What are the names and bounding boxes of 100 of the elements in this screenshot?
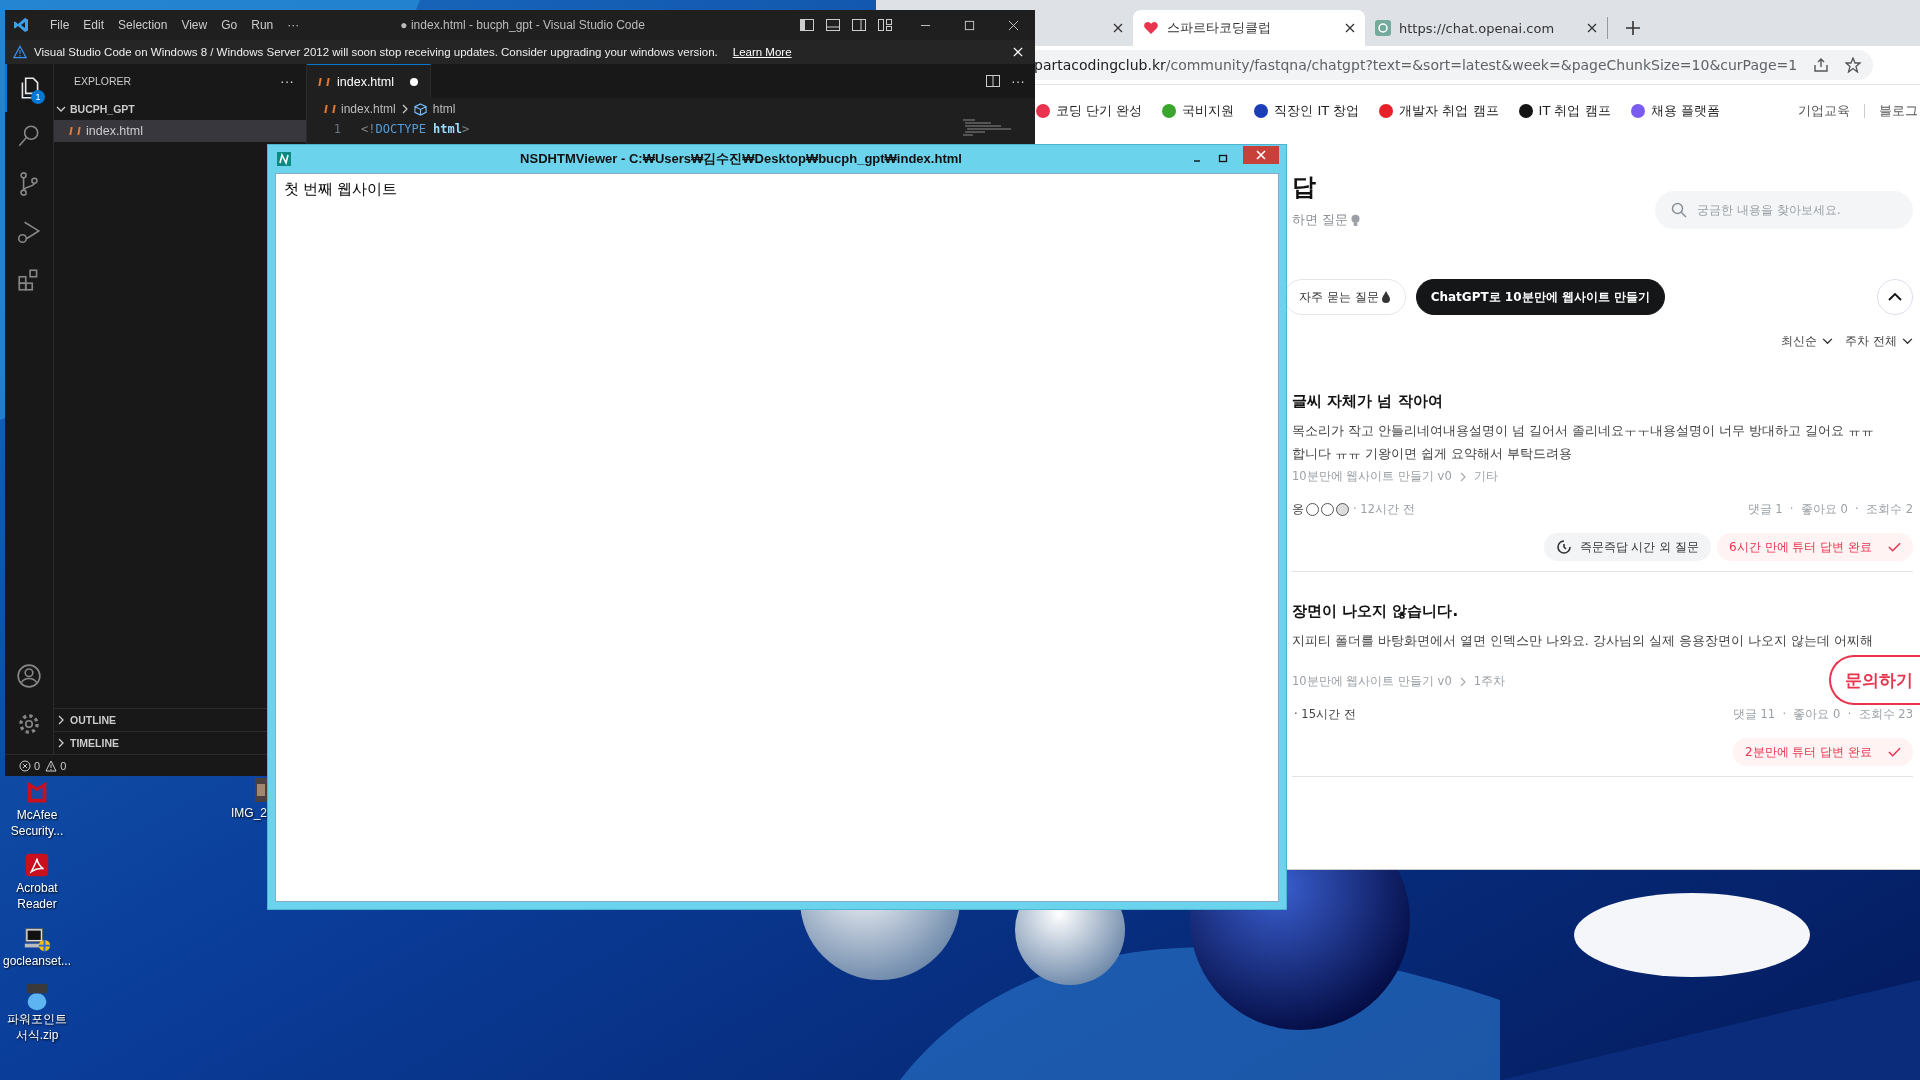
warning-icon — [45, 759, 58, 772]
menu-item[interactable]: File — [43, 18, 77, 32]
editor-tab[interactable]: index.html — [307, 64, 431, 98]
post-excerpt: 합니다 ㅠㅠ 기왕이면 쉽게 요약해서 부탁드려용 — [1292, 445, 1573, 463]
desktop-icon-label[interactable]: 파워포인트 서식.zip — [1, 1011, 73, 1044]
layout-grid-icon[interactable] — [877, 17, 893, 33]
learn-more-link[interactable]: Learn More — [732, 46, 792, 58]
menu-item[interactable]: Run — [244, 18, 281, 32]
desktop-icon-label[interactable]: McAfee Security... — [1, 808, 73, 840]
browser-tab[interactable]: 스파르타코딩클럽 — [1133, 10, 1365, 46]
address-bar[interactable]: partacodingclub.kr/community/fastqna/chatgpt?text=&sort=latest&week=&pageChunkSize=10&curPage=1 — [1034, 50, 1874, 80]
close-icon[interactable] — [1113, 23, 1123, 33]
desktop-icon-label[interactable]: Acrobat Reader — [1, 881, 73, 913]
breadcrumb-item[interactable]: index.html — [341, 102, 396, 116]
split-layout-icon[interactable] — [851, 17, 867, 33]
explorer-file-row[interactable]: index.html — [54, 120, 306, 142]
maximize-icon[interactable] — [964, 19, 975, 31]
desktop-icon-label[interactable]: gocleanset... — [1, 954, 73, 970]
lightbulb-icon — [1351, 213, 1361, 227]
error-icon — [19, 759, 31, 772]
warning-icon — [13, 45, 27, 59]
post-title[interactable]: 장면이 나오지 않습니다. — [1292, 602, 1913, 621]
nav-link[interactable]: 직장인 IT 창업 — [1254, 102, 1360, 120]
emoji-icon — [1321, 503, 1334, 516]
account-icon[interactable] — [16, 663, 42, 689]
browser-tab[interactable]: https://chat.openai.com — [1365, 17, 1608, 39]
chevron-right-icon — [1459, 471, 1466, 482]
problems-status[interactable]: 0 0 — [17, 759, 67, 772]
nav-link[interactable]: 개발자 취업 캠프 — [1379, 102, 1499, 120]
menu-item[interactable]: View — [174, 18, 215, 32]
add-tab-icon[interactable] — [1626, 21, 1640, 35]
code-file-icon — [318, 77, 330, 86]
page-subtitle: 하면 질문 — [1292, 211, 1349, 229]
code-file-icon — [324, 105, 336, 113]
photo-file-icon[interactable] — [255, 778, 267, 802]
menu-item[interactable]: Go — [214, 18, 245, 32]
more-button[interactable]: ··· — [1011, 73, 1025, 89]
page-text: 첫 번째 웹사이트 — [284, 180, 398, 197]
panel-toggle-icon[interactable] — [825, 17, 841, 33]
folder-header[interactable]: BUCPH_GPT — [54, 98, 306, 120]
sidebar-title: EXPLORER — [74, 75, 132, 87]
off-hours-badge: 즉문즉답 시간 외 질문 — [1543, 533, 1712, 561]
post-excerpt: 지피티 폴더를 바탕화면에서 열면 인덱스만 나와요. 강사님의 실제 응용장면이 나오지 않는데 어찌해 — [1292, 632, 1874, 650]
chevron-right-icon — [1459, 676, 1466, 687]
close-button[interactable] — [1243, 146, 1279, 164]
page-title: 답 — [1292, 172, 1317, 203]
close-icon[interactable] — [1587, 23, 1597, 33]
more-button[interactable]: ··· — [280, 73, 294, 89]
heart-icon — [1143, 20, 1159, 36]
chevron-icon — [56, 738, 66, 748]
chevron-down-icon — [1822, 338, 1834, 345]
author-name: 옹 — [1292, 502, 1304, 517]
chevron-icon — [56, 104, 66, 114]
menu-item[interactable]: Selection — [111, 18, 175, 32]
scroll-up-button[interactable] — [1877, 279, 1913, 315]
course-week: 기타 — [1473, 469, 1498, 484]
notification-message: Visual Studio Code on Windows 8 / Windows Server 2012 will soon stop receiving updates. Consider upgrading your windows version. — [34, 46, 718, 58]
star-icon[interactable] — [1845, 57, 1862, 73]
maximize-icon[interactable] — [1217, 153, 1229, 165]
search-field[interactable]: 궁금한 내용을 찾아보세요. — [1655, 191, 1913, 229]
nav-link[interactable]: 블로그 — [1879, 102, 1918, 120]
post-excerpt: 목소리가 작고 안들리네여내용설명이 넘 길어서 졸리네요ㅜㅜ내용설명이 너무 방대하고 길어요 ㅠㅠ — [1292, 422, 1875, 440]
close-icon[interactable] — [1345, 23, 1355, 33]
breadcrumb-item[interactable]: html — [432, 102, 456, 116]
answered-badge: 6시간 만에 튜터 답변 완료 — [1717, 533, 1913, 561]
settings-icon[interactable] — [16, 711, 42, 737]
sort-dropdown[interactable]: 최신순 — [1781, 333, 1834, 350]
check-icon — [1888, 542, 1901, 552]
chevron-down-icon — [1902, 338, 1913, 345]
sort-dropdown[interactable]: 주차 전체 — [1845, 333, 1913, 350]
ask-button[interactable]: 문의하기 — [1829, 655, 1920, 705]
filter-chip[interactable]: 자주 묻는 질문 — [1284, 279, 1406, 315]
nav-link[interactable]: IT 취업 캠프 — [1518, 102, 1611, 120]
drop-icon — [1382, 291, 1390, 303]
menu-item[interactable]: Edit — [76, 18, 112, 32]
post-stats: 댓글 1 · 좋아요 0 · 조회수 2 — [1747, 502, 1913, 517]
nav-link[interactable]: 국비지원 — [1162, 102, 1235, 120]
run-debug-icon — [16, 219, 42, 245]
menu-item[interactable]: ··· — [280, 18, 307, 32]
nav-link[interactable]: 기업교육 — [1798, 102, 1850, 120]
nav-link[interactable]: 코딩 단기 완성 — [1036, 102, 1143, 120]
code-line: <!DOCTYPE html> — [361, 122, 470, 136]
chevron-icon — [56, 715, 66, 725]
app-icon — [277, 152, 291, 166]
emoji-icon — [1306, 503, 1319, 516]
window-title: ● index.html - bucph_gpt - Visual Studio Code — [399, 18, 646, 32]
desktop-icon-label[interactable]: IMG_2 — [231, 806, 267, 820]
post-time: · 12시간 전 — [1353, 502, 1415, 517]
sidebar-toggle-icon[interactable] — [799, 17, 815, 33]
line-number: 1 — [332, 122, 341, 136]
nav-link[interactable]: 채용 플랫폼 — [1630, 102, 1720, 120]
answered-badge: 2분만에 튜터 답변 완료 — [1732, 738, 1913, 766]
share-icon[interactable] — [1813, 57, 1830, 73]
filter-chip[interactable]: ChatGPT로 10분만에 웹사이트 만들기 — [1415, 279, 1665, 315]
post-title[interactable]: 글씨 자체가 넘 작아여 — [1292, 392, 1913, 411]
chevron-up-icon — [1888, 293, 1902, 301]
cube-icon — [413, 102, 427, 116]
split-editor-icon[interactable] — [985, 73, 1001, 89]
post-time: · 15시간 전 — [1294, 707, 1356, 722]
app-logo-icon — [13, 17, 29, 33]
